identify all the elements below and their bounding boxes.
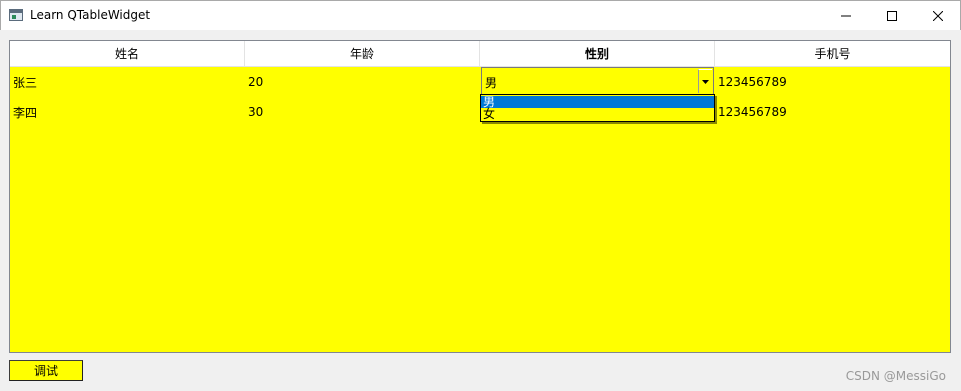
chevron-down-icon xyxy=(702,79,709,84)
table-widget[interactable]: 姓名 年龄 性别 手机号 张三 20 男 123456789 李四 30 123… xyxy=(9,40,951,353)
minimize-icon xyxy=(841,15,851,16)
minimize-button[interactable] xyxy=(823,1,869,30)
cell-name-row1[interactable]: 张三 xyxy=(10,67,245,97)
dropdown-option-male[interactable]: 男 xyxy=(481,96,714,108)
dropdown-option-female[interactable]: 女 xyxy=(481,108,714,120)
cell-phone-row2[interactable]: 123456789 xyxy=(715,97,950,127)
cell-name-row2[interactable]: 李四 xyxy=(10,97,245,127)
gender-combobox[interactable]: 男 xyxy=(481,67,714,95)
maximize-icon xyxy=(887,10,897,21)
header-age[interactable]: 年龄 xyxy=(245,41,480,66)
cell-age-row1[interactable]: 20 xyxy=(245,67,480,97)
header-phone[interactable]: 手机号 xyxy=(715,41,950,66)
combo-dropdown-list[interactable]: 男 女 xyxy=(480,94,715,122)
close-icon xyxy=(933,10,943,21)
maximize-button[interactable] xyxy=(869,1,915,30)
title-bar: Learn QTableWidget xyxy=(0,0,961,30)
cell-phone-row1[interactable]: 123456789 xyxy=(715,67,950,97)
combo-arrow-button[interactable] xyxy=(698,69,712,93)
debug-button[interactable]: 调试 xyxy=(9,360,83,381)
header-gender[interactable]: 性别 xyxy=(480,41,715,66)
watermark: CSDN @MessiGo xyxy=(845,369,946,383)
close-button[interactable] xyxy=(915,1,961,30)
header-name[interactable]: 姓名 xyxy=(10,41,245,66)
table-header: 姓名 年龄 性别 手机号 xyxy=(10,41,950,67)
cell-age-row2[interactable]: 30 xyxy=(245,97,480,127)
combo-current-value: 男 xyxy=(485,76,498,90)
app-window-icon xyxy=(9,9,23,21)
window-title: Learn QTableWidget xyxy=(30,8,151,22)
